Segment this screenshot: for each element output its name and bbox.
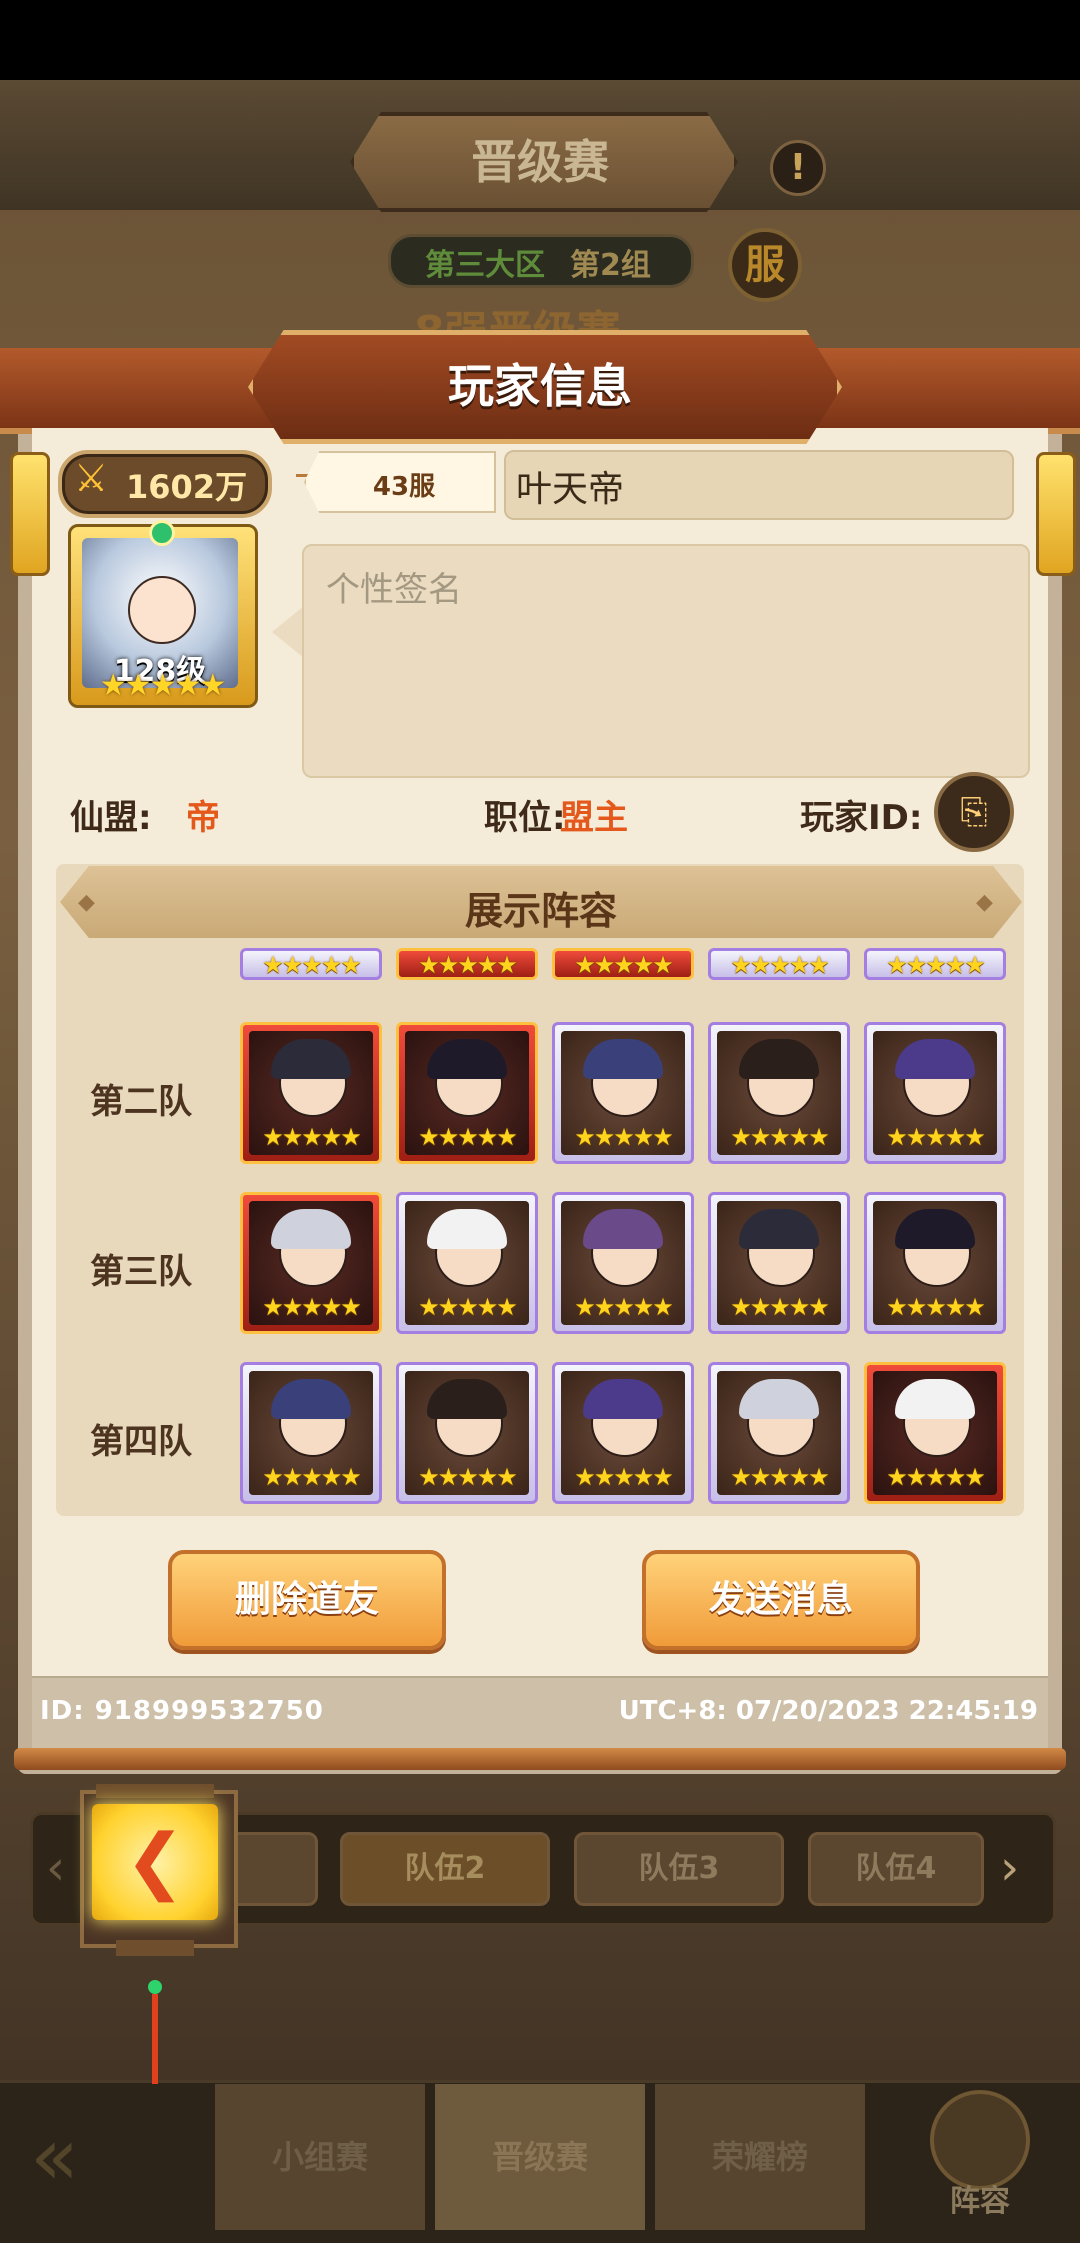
chevron-right-icon[interactable]: ›: [1000, 1840, 1019, 1896]
hero-card[interactable]: ★★★★★: [708, 1362, 850, 1504]
hero-card[interactable]: ★★★★★: [552, 1022, 694, 1164]
dialog-title: 玩家信息: [448, 359, 632, 413]
hero-stars: ★★★★★: [262, 1293, 362, 1321]
tab-team-2[interactable]: 队伍2: [340, 1832, 550, 1906]
hero-card[interactable]: ★★★★★: [864, 1362, 1006, 1504]
role-value: 盟主: [560, 798, 628, 838]
hero-stars: ★★★★★: [262, 951, 362, 979]
hero-stars: ★★★★★: [574, 951, 674, 979]
lineup-icon: [930, 2090, 1030, 2190]
nav-honor-board[interactable]: 荣耀榜: [655, 2084, 865, 2230]
hero-card[interactable]: ★★★★★: [864, 1022, 1006, 1164]
hero-stars: ★★★★★: [574, 1123, 674, 1151]
tab-team-4[interactable]: 队伍4: [808, 1832, 984, 1906]
team-label: 第三队: [90, 1252, 192, 1292]
nav-promotion[interactable]: 晋级赛: [435, 2084, 645, 2230]
info-icon[interactable]: !: [770, 140, 826, 196]
hero-card-partial: ★★★★★: [864, 948, 1006, 980]
hero-card[interactable]: ★★★★★: [240, 1022, 382, 1164]
player-name: 叶天帝: [516, 469, 625, 510]
back-arrow-icon: ❮: [124, 1818, 186, 1902]
hero-card-partial: ★★★★★: [240, 948, 382, 980]
alliance-value: 帝: [186, 798, 220, 838]
hero-stars: ★★★★★: [418, 951, 518, 979]
tab-team-3[interactable]: 队伍3: [574, 1832, 784, 1906]
hero-card-partial: ★★★★★: [396, 948, 538, 980]
hero-stars: ★★★★★: [886, 951, 986, 979]
hero-stars: ★★★★★: [730, 951, 830, 979]
combat-power-value: 1602万: [126, 468, 248, 506]
avatar-stars: ★★★★★: [99, 668, 226, 703]
copy-icon: ⎘: [960, 792, 988, 832]
hero-stars: ★★★★★: [418, 1123, 518, 1151]
hero-card[interactable]: ★★★★★: [708, 1192, 850, 1334]
stage-title: 晋级赛: [471, 135, 609, 189]
player-id-label: 玩家ID:: [800, 798, 923, 838]
gem-icon: [149, 520, 175, 546]
team-label: 第二队: [90, 1082, 192, 1122]
lantern-cord: [152, 1994, 158, 2084]
lineup-label: 阵容: [950, 2184, 1010, 2219]
signature-placeholder: 个性签名: [326, 570, 462, 610]
hero-stars: ★★★★★: [730, 1463, 830, 1491]
crossed-swords-icon: ⚔: [74, 456, 109, 500]
lantern-bottom: [116, 1940, 194, 1956]
alliance-label: 仙盟:: [70, 798, 152, 838]
lineup-title: 展示阵容: [464, 889, 617, 933]
lantern-bead: [148, 1980, 162, 1994]
region-name: 第三大区: [425, 248, 545, 283]
back-arrow-icon: «: [30, 2110, 79, 2203]
lineup-button[interactable]: 阵容: [920, 2090, 1040, 2220]
chevron-left-icon[interactable]: ‹: [46, 1840, 65, 1896]
role-label: 职位:: [484, 798, 566, 838]
avatar-face: [128, 576, 196, 644]
hero-card[interactable]: ★★★★★: [708, 1022, 850, 1164]
hero-stars: ★★★★★: [730, 1123, 830, 1151]
delete-friend-button[interactable]: 删除道友: [168, 1550, 446, 1650]
hero-stars: ★★★★★: [262, 1463, 362, 1491]
group-name: 第2组: [570, 248, 651, 283]
hero-stars: ★★★★★: [574, 1293, 674, 1321]
footer-timestamp: UTC+8: 07/20/2023 22:45:19: [618, 1696, 1038, 1726]
server-button[interactable]: 服: [728, 228, 802, 302]
hero-card[interactable]: ★★★★★: [396, 1192, 538, 1334]
diamond-icon: ◆: [976, 890, 993, 915]
hero-card[interactable]: ★★★★★: [552, 1362, 694, 1504]
signature-bubble-tail: [272, 606, 304, 658]
hero-stars: ★★★★★: [574, 1463, 674, 1491]
hero-card[interactable]: ★★★★★: [240, 1192, 382, 1334]
footer-player-id: ID: 918999532750: [40, 1696, 324, 1726]
hero-stars: ★★★★★: [886, 1463, 986, 1491]
hero-card[interactable]: ★★★★★: [864, 1192, 1006, 1334]
hero-stars: ★★★★★: [262, 1123, 362, 1151]
lantern-pillar-right: [1036, 452, 1076, 576]
dialog-bottom-rim: [14, 1748, 1066, 1770]
hero-card[interactable]: ★★★★★: [552, 1192, 694, 1334]
hero-stars: ★★★★★: [886, 1123, 986, 1151]
hero-stars: ★★★★★: [418, 1463, 518, 1491]
hero-card-partial: ★★★★★: [552, 948, 694, 980]
hero-card[interactable]: ★★★★★: [396, 1362, 538, 1504]
send-message-button[interactable]: 发送消息: [642, 1550, 920, 1650]
hero-stars: ★★★★★: [418, 1293, 518, 1321]
hero-stars: ★★★★★: [886, 1293, 986, 1321]
hero-stars: ★★★★★: [730, 1293, 830, 1321]
copy-id-button[interactable]: ⎘: [934, 772, 1014, 852]
nav-group-stage[interactable]: 小组赛: [215, 2084, 425, 2230]
team-label: 第四队: [90, 1422, 192, 1462]
hero-card[interactable]: ★★★★★: [240, 1362, 382, 1504]
hero-card-partial: ★★★★★: [708, 948, 850, 980]
lantern-top: [96, 1784, 214, 1798]
server-value: 43服: [372, 472, 436, 502]
lantern-pillar-left: [10, 452, 50, 576]
hero-card[interactable]: ★★★★★: [396, 1022, 538, 1164]
